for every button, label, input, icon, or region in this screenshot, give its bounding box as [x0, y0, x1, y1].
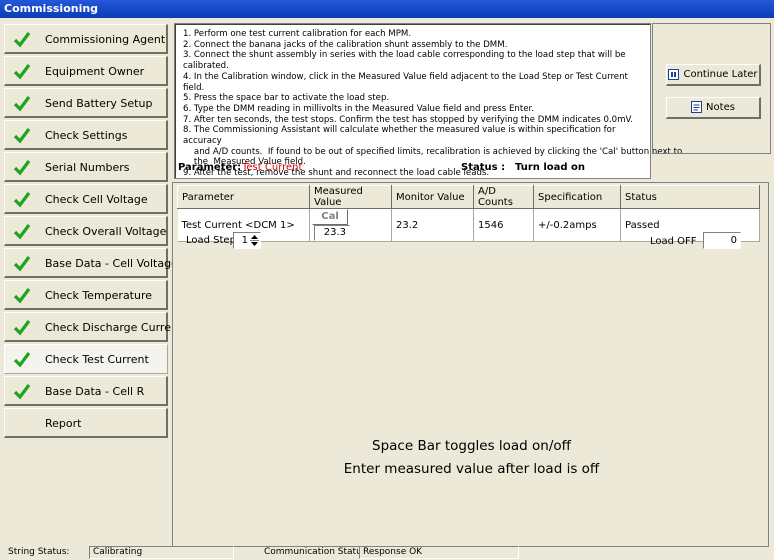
instruction-step: 1. Perform one test current calibration …	[183, 29, 412, 39]
sidebar-item-label: Base Data - Cell Voltage	[45, 257, 178, 270]
sidebar-item-check-overall-voltage[interactable]: Check Overall Voltage	[4, 216, 168, 246]
load-off-label: Load OFF	[650, 236, 697, 247]
sidebar-item-serial-numbers[interactable]: Serial Numbers	[4, 152, 168, 182]
sidebar-item-label: Check Settings	[45, 129, 128, 142]
instruction-step: 2. Connect the banana jacks of the calib…	[183, 39, 508, 50]
checkmark-icon	[13, 352, 31, 368]
sidebar-item-label: Commissioning Agent	[45, 33, 166, 46]
measured-value-cell: Cal 23.3	[309, 208, 392, 242]
comm-status-label: Communication Status:	[264, 547, 370, 557]
checkmark-icon	[13, 224, 31, 240]
sidebar-item-base-data-cell-voltage[interactable]: Base Data - Cell Voltage	[4, 248, 178, 278]
sidebar-item-label: Check Overall Voltage	[45, 225, 167, 238]
notes-label: Notes	[706, 102, 735, 113]
column-header[interactable]: Specification	[533, 185, 621, 209]
spin-arrows-icon[interactable]	[250, 234, 259, 247]
sidebar-item-label: Check Cell Voltage	[45, 193, 148, 206]
parameter-status-row: Parameter: Test Current Status : Turn lo…	[174, 162, 651, 176]
load-toggle-message: Space Bar toggles load on/off	[372, 438, 571, 454]
instruction-step: 8. The Commissioning Assistant will calc…	[183, 125, 616, 147]
sidebar-item-check-cell-voltage[interactable]: Check Cell Voltage	[4, 184, 168, 214]
checkmark-icon	[13, 160, 31, 176]
calibration-table: Parameter Measured Value Monitor Value A…	[177, 185, 760, 242]
notes-button[interactable]: Notes	[666, 97, 761, 119]
sidebar-item-equipment-owner[interactable]: Equipment Owner	[4, 56, 168, 86]
status-label: Status :	[461, 162, 506, 173]
string-status-field: Calibrating	[89, 546, 234, 559]
sidebar-item-check-discharge-current[interactable]: Check Discharge Current	[4, 312, 182, 342]
pause-icon	[668, 68, 680, 80]
calibration-panel: Parameter Measured Value Monitor Value A…	[172, 182, 769, 547]
instruction-list: 1. Perform one test current calibration …	[175, 24, 683, 179]
sidebar-item-check-test-current[interactable]: Check Test Current	[4, 344, 168, 374]
specification-cell: +/-0.2amps	[533, 208, 621, 242]
sidebar-item-check-settings[interactable]: Check Settings	[4, 120, 168, 150]
string-status-label: String Status:	[8, 547, 70, 557]
status-value: Turn load on	[515, 162, 586, 173]
checkmark-icon	[13, 256, 31, 272]
column-header[interactable]: Parameter	[177, 185, 310, 209]
column-header[interactable]: A/D Counts	[473, 185, 534, 209]
checkmark-icon	[13, 32, 31, 48]
measured-value-field[interactable]: 23.3	[314, 225, 350, 241]
column-header[interactable]: Measured Value	[309, 185, 392, 209]
status-bar: String Status: Calibrating Communication…	[0, 545, 774, 560]
notes-icon	[691, 101, 703, 113]
sidebar-item-check-temperature[interactable]: Check Temperature	[4, 280, 168, 310]
ad-counts-cell: 1546	[473, 208, 534, 242]
checkmark-icon	[13, 320, 31, 336]
column-header[interactable]: Monitor Value	[391, 185, 474, 209]
sidebar-item-label: Check Test Current	[45, 353, 149, 366]
parameter-label: Parameter:	[178, 162, 242, 173]
instruction-step: 7. After ten seconds, the test stops. Co…	[183, 114, 634, 125]
window-title: Commissioning	[0, 0, 774, 18]
cal-button[interactable]: Cal	[312, 209, 348, 225]
sidebar-item-report[interactable]: Report	[4, 408, 168, 438]
sidebar-item-label: Serial Numbers	[45, 161, 130, 174]
measured-value-message: Enter measured value after load is off	[343, 461, 600, 477]
instruction-step: and A/D counts. If found to be out of sp…	[183, 146, 683, 157]
table-header-row: Parameter Measured Value Monitor Value A…	[177, 185, 760, 209]
checkmark-icon	[13, 192, 31, 208]
sidebar-item-label: Check Temperature	[45, 289, 153, 302]
sidebar-item-send-battery-setup[interactable]: Send Battery Setup	[4, 88, 168, 118]
instruction-step: 6. Type the DMM reading in millivolts in…	[183, 103, 534, 114]
monitor-value-cell: 23.2	[391, 208, 474, 242]
checkmark-icon	[13, 96, 31, 112]
column-header[interactable]: Status	[620, 185, 760, 209]
instruction-step: 5. Press the space bar to activate the l…	[183, 93, 390, 104]
sidebar-item-label: Check Discharge Current	[45, 321, 183, 334]
sidebar-item-label: Send Battery Setup	[45, 97, 153, 110]
parameter-value: Test Current	[242, 162, 303, 173]
sidebar-item-label: Report	[45, 417, 82, 430]
sidebar-item-commissioning-agent[interactable]: Commissioning Agent	[4, 24, 168, 54]
sidebar-item-label: Base Data - Cell R	[45, 385, 145, 398]
continue-later-button[interactable]: Continue Later	[666, 64, 761, 86]
load-off-field: 0	[703, 232, 741, 249]
checkmark-icon	[13, 128, 31, 144]
action-panel: Continue Later Notes	[652, 23, 771, 154]
instruction-step: 4. In the Calibration window, click in t…	[183, 71, 628, 93]
instructions-panel: 1. Perform one test current calibration …	[174, 23, 683, 179]
instruction-step: 3. Connect the shunt assembly in series …	[183, 50, 626, 72]
sidebar-item-label: Equipment Owner	[45, 65, 145, 78]
comm-status-field: Response OK	[359, 546, 519, 559]
continue-later-label: Continue Later	[683, 69, 758, 80]
load-step-label: Load Step	[186, 235, 236, 246]
checkmark-icon	[13, 384, 31, 400]
checkmark-icon	[13, 64, 31, 80]
sidebar-item-base-data-cell-r[interactable]: Base Data - Cell R	[4, 376, 168, 406]
load-step-spinner[interactable]: 1	[233, 232, 261, 249]
checkmark-icon	[13, 288, 31, 304]
load-step-value: 1	[241, 235, 248, 246]
